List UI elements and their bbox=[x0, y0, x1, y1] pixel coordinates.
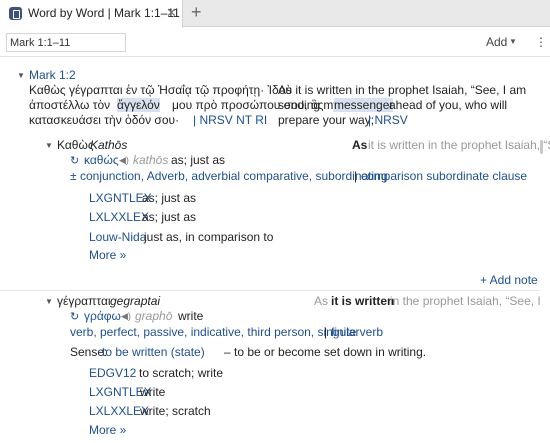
chevron-down-icon[interactable]: ▼ bbox=[509, 37, 517, 46]
sense-link[interactable]: to be written (state) bbox=[102, 345, 205, 359]
word-transliteration: gegraptai bbox=[110, 294, 161, 308]
speaker-icon[interactable]: ◀) bbox=[121, 311, 131, 322]
collapse-triangle-icon[interactable]: ▼ bbox=[17, 71, 25, 80]
parsing-link[interactable]: conjunction, Adverb, adverbial comparati… bbox=[80, 169, 388, 183]
sense-definition: – to be or become set down in writing. bbox=[224, 345, 427, 359]
english-context: it is written in the prophet Isaiah, “Se… bbox=[368, 138, 550, 152]
tab-bar: Word by Word | Mark 1:1–11 ✕ + bbox=[0, 0, 550, 28]
english-line-1: As it is written in the prophet Isaiah, … bbox=[278, 83, 527, 97]
tab-title: Word by Word | Mark 1:1–11 bbox=[28, 6, 180, 20]
english-line-2b: ahead of you, who will bbox=[389, 98, 508, 112]
english-line-2a: sending my bbox=[278, 98, 340, 112]
word-collapse-triangle-icon[interactable]: ▼ bbox=[45, 141, 53, 150]
lexicon-definition: to scratch; write bbox=[139, 366, 224, 380]
lemma-gloss: write bbox=[178, 309, 204, 323]
lexicon-definition: as; just as bbox=[142, 191, 197, 205]
lemma[interactable]: γράφω bbox=[84, 309, 121, 323]
parsing-extra-link[interactable]: comparison subordinate clause bbox=[361, 169, 527, 183]
lexicon-definition: just as, in comparison to bbox=[144, 230, 274, 244]
refresh-icon[interactable]: ↻ bbox=[70, 154, 79, 167]
lexicon-definition: write bbox=[140, 385, 166, 399]
parsing-link[interactable]: verb, perfect, passive, indicative, thir… bbox=[70, 325, 359, 339]
greek-line-1: Καθὼς γέγραπται ἐν τῷ Ἠσαΐᾳ τῷ προφήτῃ· … bbox=[29, 83, 292, 97]
lexicon-definition: write; scratch bbox=[140, 404, 211, 418]
speaker-icon[interactable]: ◀) bbox=[119, 155, 129, 166]
tab-word-by-word[interactable]: Word by Word | Mark 1:1–11 ✕ bbox=[0, 0, 183, 28]
english-highlight-word[interactable]: messenger bbox=[334, 98, 394, 112]
word-collapse-triangle-icon[interactable]: ▼ bbox=[45, 297, 53, 306]
greek-version-link[interactable]: | NRSV NT RI bbox=[193, 113, 267, 127]
parsing-extra-link[interactable]: finite verb bbox=[331, 325, 383, 339]
greek-line-2a: ἀποστέλλω τὸν bbox=[29, 98, 111, 112]
lemma-transliteration: graphō bbox=[135, 309, 173, 323]
greek-line-3: κατασκευάσει τὴν ὁδόν σου· bbox=[29, 113, 180, 127]
passage-reference[interactable]: Mark 1:2 bbox=[29, 68, 76, 82]
greek-highlight-word[interactable]: ἄγγελόν bbox=[117, 98, 160, 112]
lemma[interactable]: καθώς bbox=[84, 153, 119, 167]
close-icon[interactable]: ✕ bbox=[166, 5, 177, 21]
toolbar: Add ▼ ⋮ bbox=[0, 28, 550, 57]
word-by-word-content: ▼ Mark 1:2 Καθὼς γέγραπται ἐν τῷ Ἠσαΐᾳ τ… bbox=[0, 58, 550, 443]
english-version-link[interactable]: | NRSV bbox=[368, 113, 408, 127]
lemma-gloss: as; just as bbox=[171, 153, 226, 167]
english-word-bold: As bbox=[352, 138, 368, 152]
lemma-transliteration: kathōs bbox=[133, 153, 169, 167]
word-transliteration: Kathōs bbox=[90, 138, 128, 152]
divider bbox=[0, 290, 540, 291]
reference-input[interactable] bbox=[6, 33, 126, 52]
parse-separator: | bbox=[354, 169, 358, 183]
more-options-icon[interactable]: ⋮ bbox=[535, 35, 547, 49]
english-line-3: prepare your way; bbox=[278, 113, 375, 127]
add-menu-button[interactable]: Add bbox=[486, 35, 507, 49]
lexicon-link[interactable]: Louw-Nida bbox=[89, 230, 146, 244]
more-link[interactable]: More » bbox=[89, 248, 126, 262]
english-context-pre: As bbox=[314, 294, 329, 308]
more-link[interactable]: More » bbox=[89, 423, 126, 437]
word-surface: γέγραπται bbox=[57, 294, 111, 308]
guide-icon bbox=[9, 7, 22, 20]
refresh-icon[interactable]: ↻ bbox=[70, 310, 79, 323]
new-tab-icon[interactable]: + bbox=[191, 2, 202, 23]
english-word-bold: it is written bbox=[331, 294, 395, 308]
add-note-button[interactable]: + Add note bbox=[480, 273, 538, 287]
lexicon-definition: as; just as bbox=[142, 210, 197, 224]
lexicon-link[interactable]: LXLXXLEX bbox=[89, 210, 149, 224]
word-surface: Καθὼς bbox=[57, 138, 94, 152]
parse-prefix: ± bbox=[70, 169, 77, 183]
parse-separator: | bbox=[324, 325, 328, 339]
english-context: in the prophet Isaiah, “See, I bbox=[390, 294, 541, 308]
lexicon-link[interactable]: EDGV12 bbox=[89, 366, 136, 380]
